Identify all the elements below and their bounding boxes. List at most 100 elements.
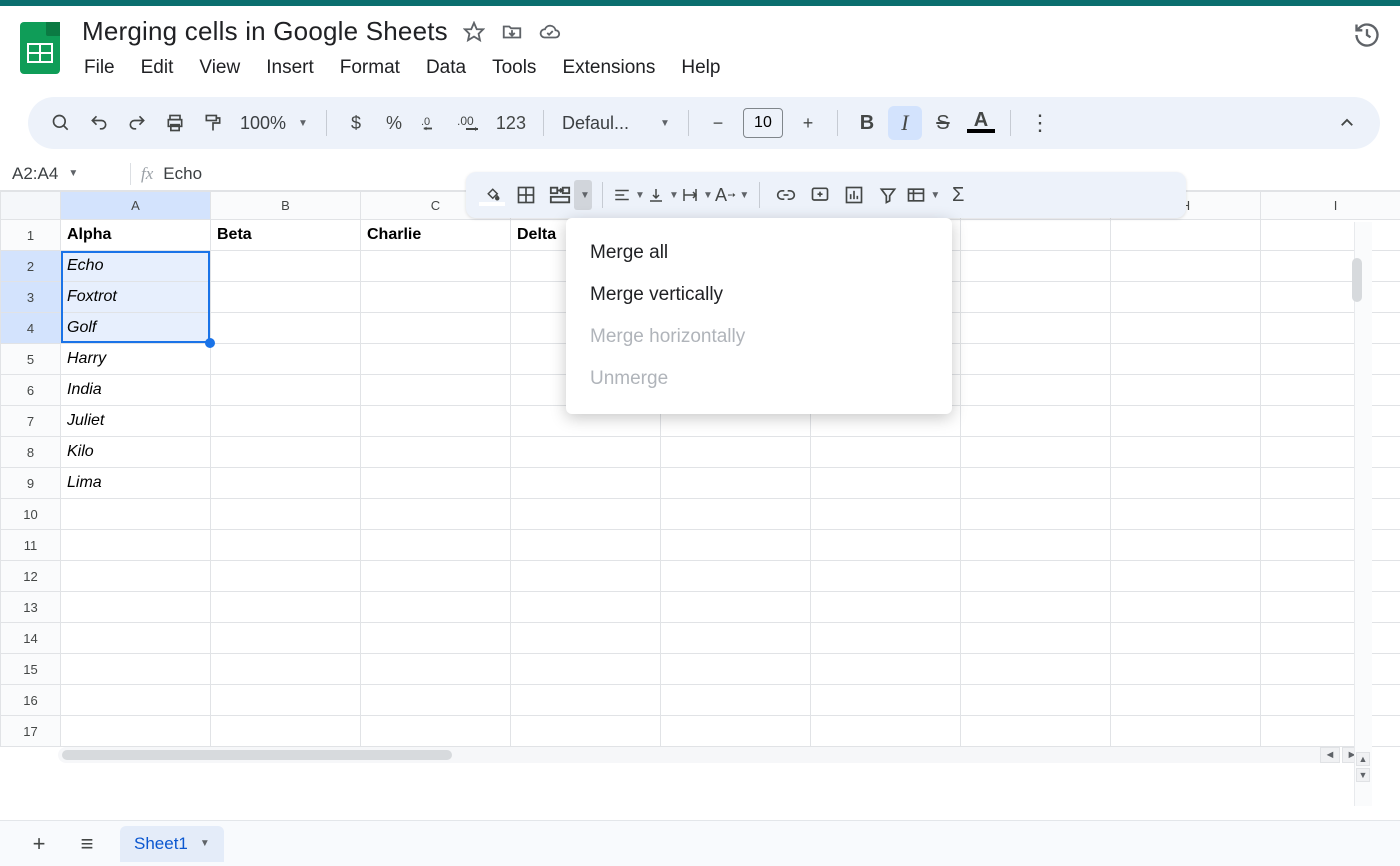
cell[interactable]	[961, 344, 1111, 375]
cell[interactable]	[811, 468, 961, 499]
row-header[interactable]: 8	[1, 437, 61, 468]
cell[interactable]	[511, 654, 661, 685]
cell[interactable]	[361, 685, 511, 716]
row-header[interactable]: 3	[1, 282, 61, 313]
text-color-button[interactable]: A	[964, 106, 998, 140]
column-header[interactable]: B	[211, 192, 361, 220]
cell[interactable]	[211, 716, 361, 747]
row-header[interactable]: 16	[1, 685, 61, 716]
cell[interactable]	[361, 654, 511, 685]
cell[interactable]	[1261, 468, 1400, 499]
cell[interactable]	[211, 313, 361, 344]
cell[interactable]	[1111, 282, 1261, 313]
cell[interactable]	[511, 468, 661, 499]
cell[interactable]	[1111, 437, 1261, 468]
search-menus-icon[interactable]	[44, 106, 78, 140]
cell[interactable]	[1111, 592, 1261, 623]
cell[interactable]	[961, 437, 1111, 468]
sheets-logo-icon[interactable]	[20, 22, 64, 80]
cell[interactable]	[1111, 654, 1261, 685]
cell[interactable]	[211, 561, 361, 592]
merge-cells-dropdown-button[interactable]: ▼	[574, 180, 592, 210]
merge-vertically-item[interactable]: Merge vertically	[566, 274, 952, 316]
cell[interactable]	[511, 685, 661, 716]
cell[interactable]	[361, 468, 511, 499]
cell[interactable]	[61, 499, 211, 530]
cell[interactable]	[61, 685, 211, 716]
formula-input[interactable]: Echo	[163, 164, 202, 184]
cell[interactable]	[961, 530, 1111, 561]
bold-button[interactable]: B	[850, 106, 884, 140]
cell[interactable]	[961, 592, 1111, 623]
cell[interactable]	[361, 499, 511, 530]
menu-help[interactable]: Help	[679, 53, 722, 83]
cell[interactable]	[1111, 313, 1261, 344]
star-icon[interactable]	[462, 20, 486, 44]
row-header[interactable]: 15	[1, 654, 61, 685]
cell[interactable]	[511, 437, 661, 468]
cell[interactable]	[361, 251, 511, 282]
column-header[interactable]: A	[61, 192, 211, 220]
cell[interactable]	[361, 406, 511, 437]
strikethrough-button[interactable]: S	[926, 106, 960, 140]
row-header[interactable]: 7	[1, 406, 61, 437]
cell[interactable]	[811, 561, 961, 592]
cell[interactable]	[1111, 344, 1261, 375]
filter-button[interactable]	[872, 178, 904, 212]
cell[interactable]	[361, 561, 511, 592]
cell[interactable]	[361, 592, 511, 623]
cell[interactable]: Charlie	[361, 220, 511, 251]
row-header[interactable]: 2	[1, 251, 61, 282]
cell[interactable]	[1111, 561, 1261, 592]
cell[interactable]	[961, 406, 1111, 437]
paint-format-icon[interactable]	[196, 106, 230, 140]
row-header[interactable]: 1	[1, 220, 61, 251]
cell[interactable]	[1261, 530, 1400, 561]
cell[interactable]	[961, 220, 1111, 251]
cell[interactable]	[1111, 623, 1261, 654]
horizontal-align-button[interactable]: ▼	[613, 178, 645, 212]
row-header[interactable]: 10	[1, 499, 61, 530]
cell[interactable]	[661, 685, 811, 716]
undo-icon[interactable]	[82, 106, 116, 140]
text-rotation-button[interactable]: A➚▼	[715, 178, 749, 212]
cell[interactable]	[211, 437, 361, 468]
redo-icon[interactable]	[120, 106, 154, 140]
cell[interactable]	[511, 561, 661, 592]
cell[interactable]	[211, 654, 361, 685]
scroll-up-button[interactable]: ▲	[1356, 752, 1370, 766]
cell[interactable]	[1261, 561, 1400, 592]
sheet-tab-active[interactable]: Sheet1▼	[120, 826, 224, 862]
toolbar-collapse-icon[interactable]	[1330, 106, 1364, 140]
cell[interactable]: India	[61, 375, 211, 406]
cell[interactable]	[211, 375, 361, 406]
cell[interactable]	[211, 406, 361, 437]
cell[interactable]: Golf	[61, 313, 211, 344]
cell[interactable]	[661, 654, 811, 685]
cell[interactable]	[1261, 716, 1400, 747]
cell[interactable]	[1261, 685, 1400, 716]
vertical-scrollbar[interactable]	[1352, 258, 1362, 302]
cell[interactable]	[61, 530, 211, 561]
cell[interactable]	[211, 344, 361, 375]
row-header[interactable]: 4	[1, 313, 61, 344]
cell[interactable]	[661, 623, 811, 654]
cell[interactable]	[1261, 437, 1400, 468]
insert-comment-button[interactable]	[804, 178, 836, 212]
cell[interactable]	[1111, 220, 1261, 251]
cell[interactable]	[1111, 716, 1261, 747]
cell[interactable]	[1261, 220, 1400, 251]
cell[interactable]	[961, 313, 1111, 344]
cell[interactable]	[61, 561, 211, 592]
cell[interactable]	[361, 716, 511, 747]
cell[interactable]	[811, 530, 961, 561]
cell[interactable]	[961, 561, 1111, 592]
zoom-select[interactable]: 100%▼	[234, 113, 314, 134]
cell[interactable]	[1111, 406, 1261, 437]
row-header[interactable]: 12	[1, 561, 61, 592]
cell[interactable]	[211, 592, 361, 623]
scroll-down-button[interactable]: ▼	[1356, 768, 1370, 782]
cell[interactable]	[211, 499, 361, 530]
number-format-button[interactable]: 123	[491, 106, 531, 140]
cell[interactable]: Kilo	[61, 437, 211, 468]
